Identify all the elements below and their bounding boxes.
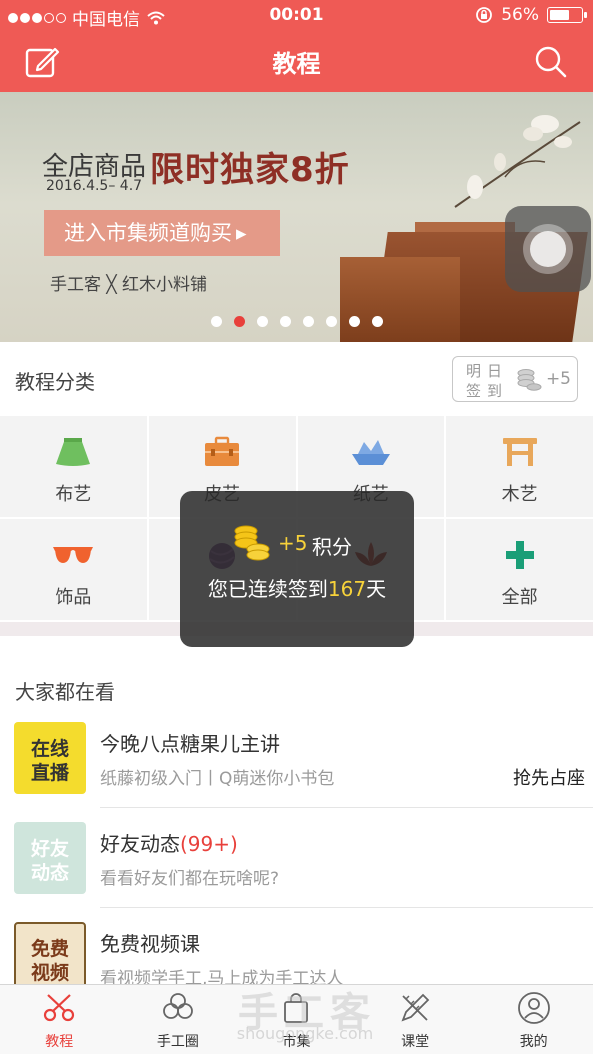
item-title: 免费视频课 (100, 932, 200, 956)
wood-block (340, 257, 460, 342)
banner-date: 2016.4.5– 4.7 (46, 178, 143, 194)
category-label: 饰品 (55, 587, 92, 608)
magnolia-decoration (454, 115, 581, 208)
friends-count-badge: (99+) (180, 832, 238, 856)
category-label: 全部 (501, 587, 538, 608)
banner-brand: 手工客 ╳ 红木小料铺 (50, 275, 208, 295)
reserve-seat-button[interactable]: 抢先占座 (513, 764, 585, 790)
promo-banner[interactable]: 全店商品 限时独家8折 2016.4.5– 4.7 进入市集频道购买 手工客 ╳… (0, 92, 593, 342)
pager-dot[interactable] (302, 316, 314, 327)
thumb-text: 动态 (30, 862, 69, 884)
toast-points-label: 积分 (312, 535, 352, 559)
category-wood[interactable]: 木艺 (446, 416, 593, 517)
plus-icon (505, 541, 534, 569)
pager-dot[interactable] (256, 316, 268, 327)
thumb-text: 在线 (30, 738, 69, 760)
item-subtitle: 纸藤初级入门丨Q萌迷你小书包 (100, 769, 335, 789)
tab-craft-circle[interactable]: 手工圈 (119, 985, 238, 1054)
stool-icon (502, 438, 537, 466)
profile-icon (517, 992, 550, 1024)
scissors-icon (44, 994, 75, 1022)
tab-label: 我的 (519, 1034, 548, 1050)
pager-dot[interactable] (210, 316, 222, 327)
thumb-text: 直播 (30, 762, 69, 784)
top-bar: 中国电信 00:01 56% 教程 (0, 0, 593, 92)
pager-dot[interactable] (325, 316, 337, 327)
tab-label: 手工圈 (156, 1034, 199, 1050)
battery-icon (547, 7, 587, 23)
toast-message-prefix: 您已连续签到 (207, 577, 328, 601)
assistive-touch-button[interactable] (505, 206, 591, 292)
battery-percent: 56% (501, 5, 539, 25)
sunglasses-icon (53, 547, 94, 563)
category-title: 教程分类 (15, 370, 95, 394)
friends-thumbnail: 好友 动态 (14, 822, 86, 894)
signin-bonus: +5 (545, 369, 571, 389)
nav-bar: 教程 (0, 32, 593, 92)
category-label: 布艺 (55, 484, 92, 505)
page-title: 教程 (272, 50, 321, 78)
list-item-live[interactable]: 在线 直播 今晚八点糖果儿主讲 纸藤初级入门丨Q萌迷你小书包 抢先占座 (0, 708, 593, 808)
item-title-text: 好友动态 (100, 832, 180, 856)
category-header: 教程分类 明日 签到 +5 (0, 342, 593, 416)
gold-coins-icon (234, 525, 270, 561)
item-title: 今晚八点糖果儿主讲 (100, 732, 280, 756)
tab-tutorials[interactable]: 教程 (0, 985, 119, 1054)
banner-pager[interactable] (0, 316, 593, 327)
popular-title: 大家都在看 (15, 680, 115, 704)
category-accessories[interactable]: 饰品 (0, 519, 147, 620)
live-thumbnail: 在线 直播 (14, 722, 86, 794)
toast-days: 167 (327, 577, 367, 601)
pager-dot[interactable] (348, 316, 360, 327)
signin-toast: +5 积分 您已连续签到167天 (180, 491, 414, 647)
popular-section: 大家都在看 在线 直播 今晚八点糖果儿主讲 纸藤初级入门丨Q萌迷你小书包 抢先占… (0, 636, 593, 994)
coins-icon (517, 369, 542, 391)
thumb-text: 视频 (30, 962, 69, 984)
status-right: 56% (475, 5, 587, 25)
toast-message: 您已连续签到167天 (180, 573, 414, 602)
pencil-ruler-icon (401, 993, 430, 1022)
briefcase-icon (205, 436, 240, 466)
tab-label: 教程 (45, 1034, 74, 1050)
status-bar: 中国电信 00:01 56% (0, 0, 593, 32)
skirt-icon (56, 438, 91, 466)
pager-dot[interactable] (371, 316, 383, 327)
paper-boat-icon (351, 440, 390, 465)
pager-dot[interactable] (279, 316, 291, 327)
list-item-friends[interactable]: 好友 动态 好友动态(99+) 看看好友们都在玩啥呢? (0, 808, 593, 908)
category-label: 木艺 (501, 484, 538, 505)
thumb-text: 好友 (30, 838, 69, 860)
pager-dot[interactable] (233, 316, 245, 327)
thumb-text: 免费 (30, 938, 69, 960)
category-all[interactable]: 全部 (446, 519, 593, 620)
banner-enter-market-button[interactable]: 进入市集频道购买 (44, 210, 280, 256)
rotation-lock-icon (476, 7, 493, 23)
item-subtitle: 看看好友们都在玩啥呢? (100, 869, 280, 889)
item-title: 好友动态(99+) (100, 828, 238, 857)
signin-line1: 明日 (466, 362, 509, 380)
circle-flower-icon (162, 993, 193, 1019)
signin-button[interactable]: 明日 签到 +5 (452, 356, 578, 402)
toast-bonus: +5 (278, 531, 308, 555)
category-fabric[interactable]: 布艺 (0, 416, 147, 517)
toast-message-suffix: 天 (366, 577, 387, 601)
signin-line2: 签到 (466, 382, 509, 400)
watermark-url: shougongke.com (236, 1024, 374, 1043)
banner-headline: 限时独家8折 (150, 150, 350, 190)
tab-profile[interactable]: 我的 (474, 985, 593, 1054)
search-icon[interactable] (533, 44, 569, 80)
